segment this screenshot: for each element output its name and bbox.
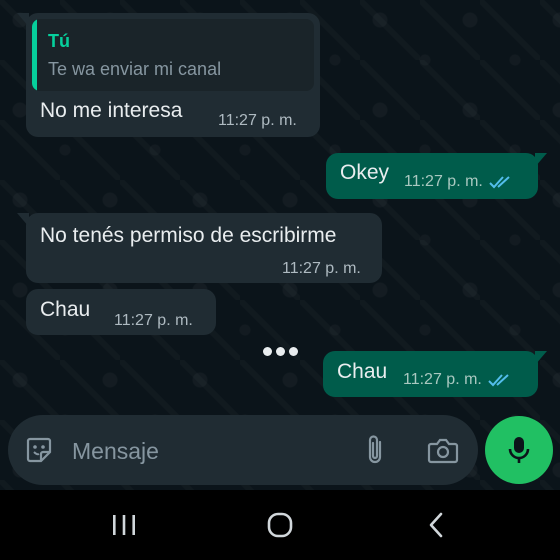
quoted-message[interactable]: Tú Te wa enviar mi canal [32, 19, 314, 91]
message-text: No tenés permiso de escribirme [40, 224, 337, 247]
message-text: Okey [340, 161, 390, 184]
mic-icon [508, 437, 530, 463]
message-time: 11:27 p. m. [282, 260, 361, 278]
read-ticks-icon [489, 176, 510, 189]
home-icon [267, 512, 293, 538]
sticker-icon[interactable] [22, 433, 56, 467]
message-outgoing[interactable]: Chau 11:27 p. m. [323, 351, 547, 397]
message-time: 11:27 p. m. [404, 173, 513, 191]
quote-text: Te wa enviar mi canal [48, 59, 222, 79]
message-text: Chau [40, 298, 91, 321]
message-outgoing[interactable]: Okey 11:27 p. m. [326, 153, 547, 199]
timestamp: 11:27 p. m. [114, 312, 193, 329]
timestamp: 11:27 p. m. [404, 173, 483, 190]
message-time: 11:27 p. m. [403, 371, 512, 389]
timestamp: 11:27 p. m. [218, 112, 297, 129]
message-composer [8, 415, 478, 485]
message-text: Chau [337, 360, 388, 383]
voice-record-button[interactable] [485, 416, 553, 484]
system-navigation-bar [0, 490, 560, 560]
message-time: 11:27 p. m. [218, 112, 297, 130]
more-indicator [263, 347, 298, 356]
attach-icon[interactable] [358, 433, 392, 467]
recent-apps-icon [113, 515, 135, 535]
camera-icon[interactable] [426, 433, 460, 467]
quote-author: Tú [48, 31, 70, 51]
recent-apps-button[interactable] [104, 505, 144, 545]
back-button[interactable] [416, 505, 456, 545]
message-text: No me interesa [40, 99, 183, 122]
message-input[interactable] [70, 429, 344, 473]
message-incoming[interactable]: Chau 11:27 p. m. [26, 289, 216, 335]
home-button[interactable] [260, 505, 300, 545]
timestamp: 11:27 p. m. [403, 371, 482, 388]
read-ticks-icon [488, 374, 509, 387]
back-icon [429, 512, 443, 538]
timestamp: 11:27 p. m. [282, 260, 361, 277]
message-incoming[interactable]: Tú Te wa enviar mi canal No me interesa … [17, 13, 320, 137]
quote-accent-bar [32, 19, 37, 91]
message-incoming[interactable]: No tenés permiso de escribirme 11:27 p. … [17, 213, 382, 283]
message-time: 11:27 p. m. [114, 312, 193, 330]
